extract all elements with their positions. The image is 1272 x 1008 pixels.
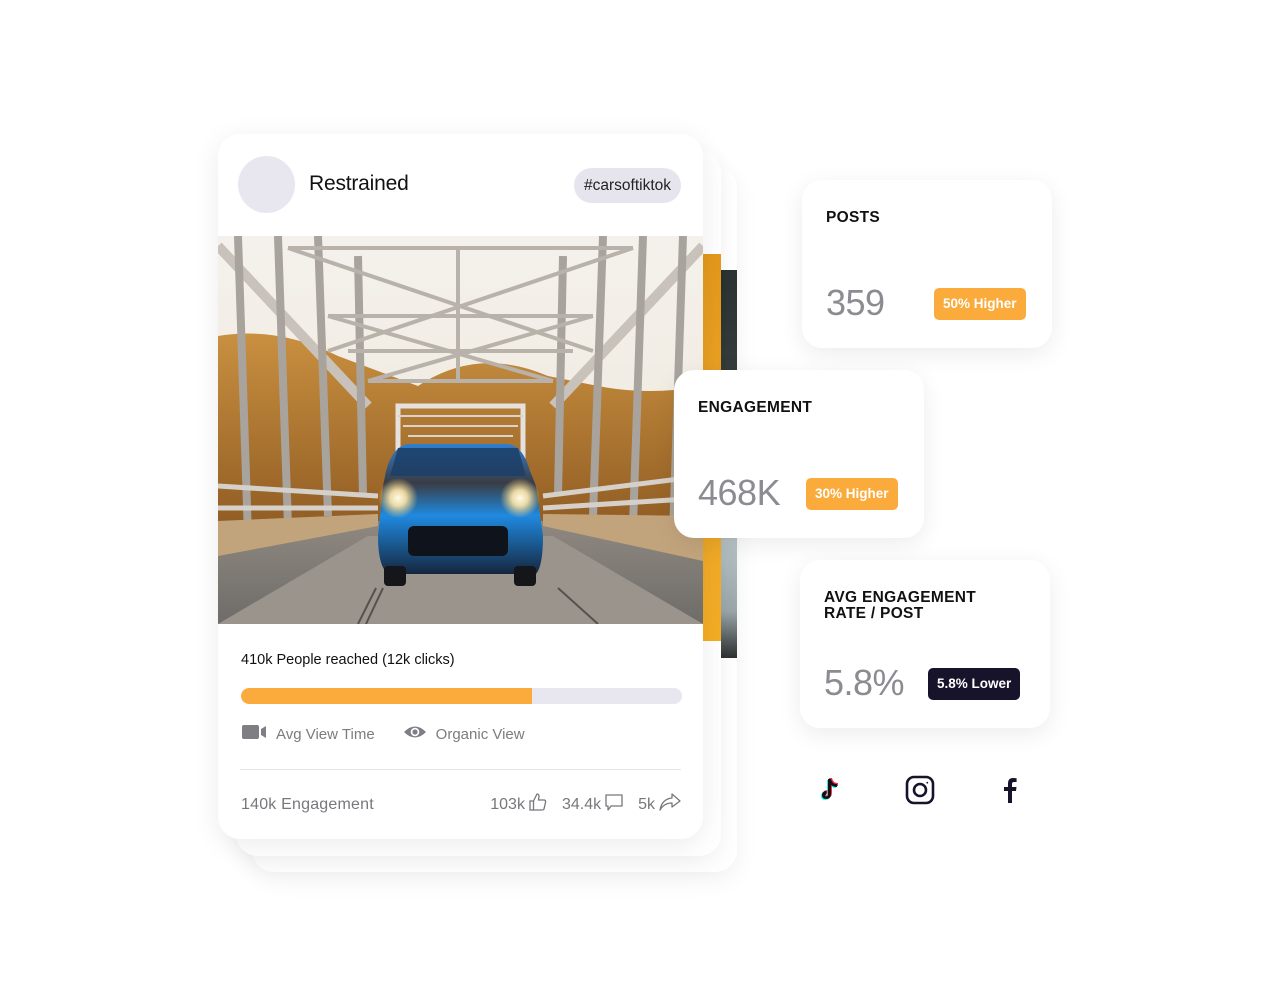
post-username[interactable]: Restrained xyxy=(309,172,409,196)
divider xyxy=(240,769,681,770)
comments-count: 34.4k xyxy=(561,795,602,813)
reach-progress-fill xyxy=(241,688,533,704)
avg-view-time-label: Avg View Time xyxy=(276,725,375,743)
hashtag-chip[interactable]: #carsoftiktok xyxy=(573,168,681,203)
post-meta-row: Avg View Time Organic View xyxy=(241,724,525,744)
metric-badge: 5.8% Lower xyxy=(928,668,1021,700)
shares-stat[interactable]: 5k xyxy=(638,792,682,817)
video-camera-icon xyxy=(241,724,267,744)
comment-icon xyxy=(604,792,624,817)
avg-view-time[interactable]: Avg View Time xyxy=(241,724,375,744)
organic-view[interactable]: Organic View xyxy=(403,724,525,744)
metric-label: AVG ENGAGEMENT RATE / POST xyxy=(824,589,977,622)
metric-value: 468K xyxy=(698,472,781,513)
metric-label: POSTS xyxy=(826,209,881,226)
metric-card-posts: POSTS 359 50% Higher xyxy=(802,180,1052,348)
engagement-total: 140k Engagement xyxy=(241,795,374,813)
metric-badge: 50% Higher xyxy=(934,288,1026,320)
comments-stat[interactable]: 34.4k xyxy=(562,792,624,817)
metric-badge: 30% Higher xyxy=(806,478,898,510)
avatar[interactable] xyxy=(238,156,295,213)
metric-card-engagement: ENGAGEMENT 468K 30% Higher xyxy=(674,370,924,538)
post-card[interactable]: Restrained #carsoftiktok 410k People rea… xyxy=(218,134,703,839)
post-header: Restrained #carsoftiktok xyxy=(218,134,703,236)
eye-icon xyxy=(403,724,427,744)
metric-card-avg-engagement-rate: AVG ENGAGEMENT RATE / POST 5.8% 5.8% Low… xyxy=(800,560,1050,728)
share-icon xyxy=(658,792,682,817)
tiktok-icon[interactable] xyxy=(812,772,848,808)
post-footer: 140k Engagement 103k 34.4k 5k xyxy=(241,792,682,817)
car-bridge-photo xyxy=(218,236,703,624)
metric-value: 359 xyxy=(826,282,885,323)
facebook-icon[interactable] xyxy=(992,772,1028,808)
reach-progress-bar xyxy=(241,688,682,704)
instagram-icon[interactable] xyxy=(902,772,938,808)
metric-label: ENGAGEMENT xyxy=(698,399,813,416)
reach-text: 410k People reached (12k clicks) xyxy=(241,652,455,668)
post-image[interactable] xyxy=(218,236,703,624)
likes-stat[interactable]: 103k xyxy=(490,792,548,817)
shares-count: 5k xyxy=(638,795,655,813)
thumbs-up-icon xyxy=(528,792,548,817)
organic-view-label: Organic View xyxy=(435,725,525,743)
likes-count: 103k xyxy=(490,795,525,813)
metric-value: 5.8% xyxy=(824,662,905,703)
